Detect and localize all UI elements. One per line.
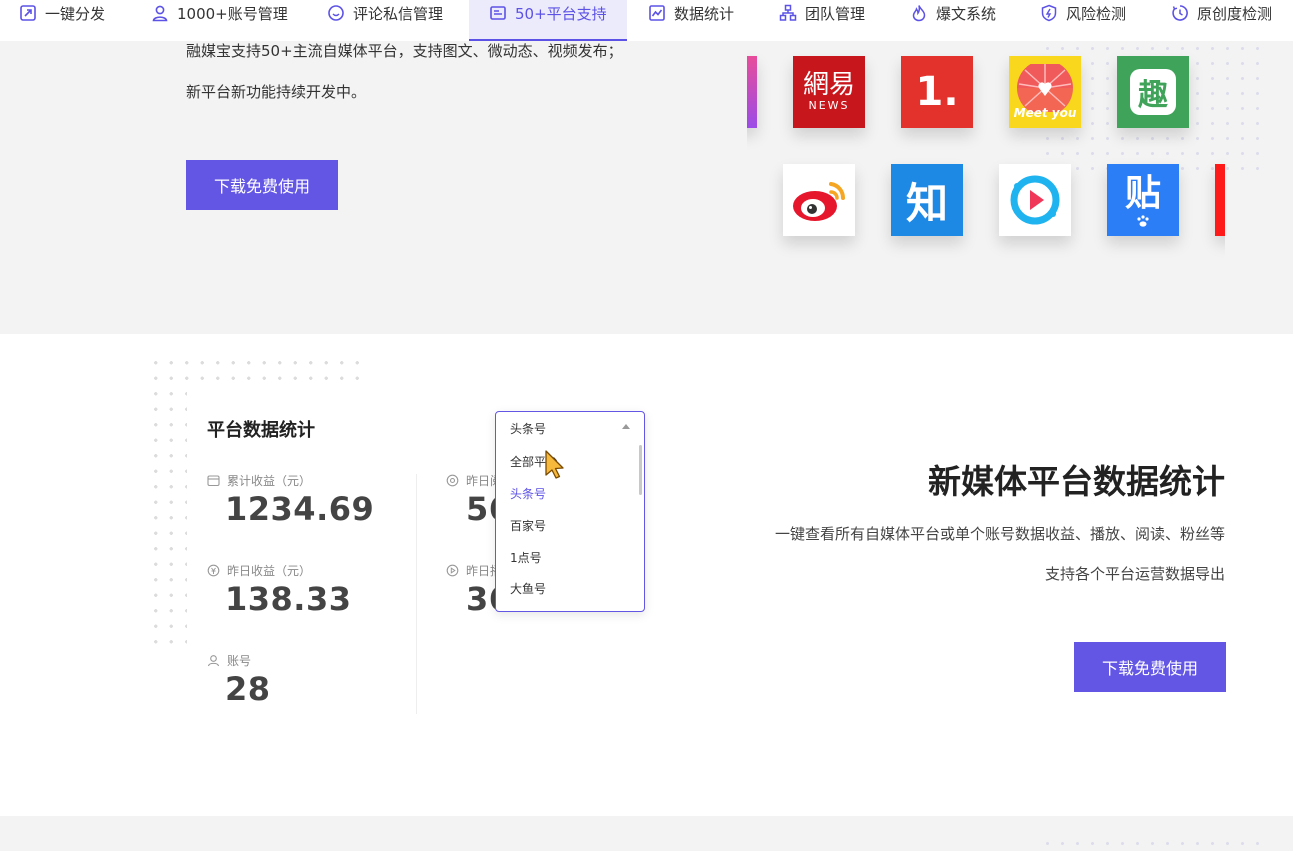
weibo-icon [793,182,846,221]
stats-desc-line2: 支持各个平台运营数据导出 [1044,565,1225,583]
platform-select-value[interactable]: 头条号 [510,420,546,437]
nav-item-comments[interactable]: 评论私信管理 [327,0,443,41]
netease-logo-text: 網易 [802,70,855,100]
originality-icon [1171,4,1189,22]
platform-option-baijiahao[interactable]: 百家号 [510,517,546,534]
nav-item-originality[interactable]: 原创度检测 [1171,0,1272,41]
chart-icon [648,4,666,22]
account-icon [207,654,220,667]
tieba-logo-text: 贴 [1124,173,1161,214]
yidian-logo-text: 1. [915,69,959,115]
qu-badge: 趣 [1130,69,1176,115]
qu-logo-text: 趣 [1138,78,1168,113]
yidian-logo: 1. [901,56,973,128]
partial-logo [747,56,757,128]
nav-label: 评论私信管理 [353,5,444,23]
nav-label: 爆文系统 [936,5,997,23]
nav-label: 数据统计 [674,5,735,23]
pointer-cursor-icon [545,450,564,479]
stat-value-yesterday-income: 138.33 [225,580,352,618]
dropdown-scrollbar[interactable] [639,445,642,495]
nav-item-stats[interactable]: 数据统计 [648,0,734,41]
platform-option-dayuhao[interactable]: 大鱼号 [510,580,546,597]
stat-label-yesterday-income: 昨日收益（元） [207,562,311,579]
platform-option-yidianhao[interactable]: 1点号 [510,549,542,566]
fire-icon [910,4,928,22]
top-nav: 一键分发 1000+账号管理 评论私信管理 50+平台支持 数据统计 团队管理 [0,0,1293,41]
platform-option-toutiao[interactable]: 头条号 [510,485,546,502]
platform-logo-wall: 網易 NEWS 1. Meet you 趣 知 贴 [747,41,1225,281]
qutoutiao-logo: 趣 [1117,56,1189,128]
share-icon [19,4,37,22]
video-play-icon [1010,175,1060,225]
meetyou-logo-text: Meet you [1013,106,1077,120]
team-icon [779,4,797,22]
download-free-button[interactable]: 下载免费使用 [186,160,338,210]
card-title: 平台数据统计 [207,420,315,441]
zhihu-logo-text: 知 [905,178,948,228]
wallet-icon [207,474,220,487]
chat-icon [327,4,345,22]
partial-logo [1215,164,1225,236]
tieba-logo: 贴 [1107,164,1179,236]
download-free-button-2[interactable]: 下载免费使用 [1074,642,1226,692]
nav-item-distribute[interactable]: 一键分发 [19,0,105,41]
nav-label: 50+平台支持 [515,5,607,23]
nav-label: 团队管理 [805,5,866,23]
nav-item-team[interactable]: 团队管理 [779,0,865,41]
decorative-dot-grid [1040,836,1270,851]
stat-label-yesterday-reads: 昨日阅 [446,472,502,489]
nav-item-hot-articles[interactable]: 爆文系统 [910,0,996,41]
zhihu-logo: 知 [891,164,963,236]
platform-select-dropdown[interactable]: 头条号 全部平台 头条号 百家号 1点号 大鱼号 [495,411,645,612]
nav-item-platforms[interactable]: 50+平台支持 [469,0,627,41]
nav-label: 原创度检测 [1197,5,1273,23]
stats-heading: 新媒体平台数据统计 [928,462,1225,501]
netease-logo-subtext: NEWS [808,99,850,112]
stats-desc-line1: 一键查看所有自媒体平台或单个账号数据收益、播放、阅读、粉丝等 [774,525,1225,543]
paw-icon [1137,215,1149,227]
nav-label: 一键分发 [45,5,106,23]
coin-icon [207,564,220,577]
eye-icon [446,474,459,487]
stat-value-total-income: 1234.69 [225,490,375,528]
play-icon [446,564,459,577]
stat-label-total-income: 累计收益（元） [207,472,311,489]
shield-icon [1040,4,1058,22]
stat-value-accounts: 28 [225,670,271,708]
nav-item-accounts[interactable]: 1000+账号管理 [151,0,288,41]
weibo-logo [783,164,855,236]
nav-label: 1000+账号管理 [177,5,288,23]
platform-icon [489,4,507,22]
haokan-video-logo [999,164,1071,236]
meetyou-logo: Meet you [1009,56,1081,128]
netease-news-logo: 網易 NEWS [793,56,865,128]
caret-up-icon[interactable] [622,424,630,429]
user-icon [151,4,169,22]
stat-label-text: 累计收益（元） [227,474,312,488]
stat-label-accounts: 账号 [207,652,251,669]
stat-label-yesterday-plays: 昨日播 [446,562,502,579]
column-divider [416,474,417,714]
nav-item-risk[interactable]: 风险检测 [1040,0,1126,41]
platform-intro-line2: 新平台新功能持续开发中。 [186,83,367,101]
grapefruit-icon [1017,64,1073,112]
nav-label: 风险检测 [1066,5,1127,23]
stat-label-text: 账号 [227,654,252,668]
platform-intro-line1: 融媒宝支持50+主流自媒体平台，支持图文、微动态、视频发布； [186,42,623,60]
stat-label-text: 昨日收益（元） [227,564,312,578]
